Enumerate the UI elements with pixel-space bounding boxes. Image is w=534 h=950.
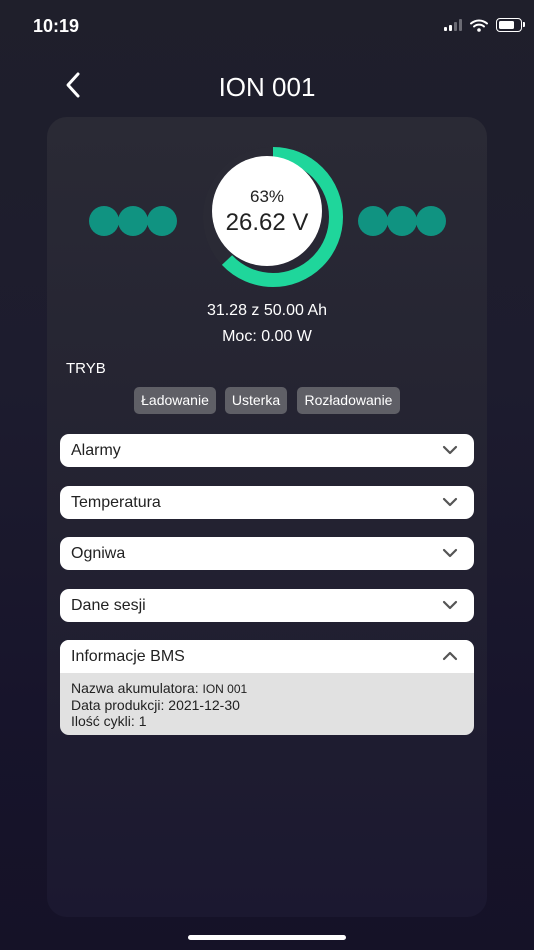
mode-fault-button[interactable]: Usterka — [225, 387, 287, 414]
mode-discharging-button[interactable]: Rozładowanie — [297, 387, 400, 414]
section-alarms[interactable]: Alarmy — [60, 434, 474, 467]
bms-info-body: Nazwa akumulatora: ION 001 Data produkcj… — [71, 680, 247, 729]
cellular-signal-icon — [444, 19, 462, 31]
power-text: Moc: 0.00 W — [222, 328, 312, 345]
section-label: Temperatura — [71, 494, 161, 511]
home-indicator[interactable] — [188, 935, 346, 940]
chevron-up-icon — [442, 651, 458, 661]
status-icons — [444, 18, 525, 32]
page-title: ION 001 — [218, 72, 316, 102]
gauge-readout: 63% 26.62 V — [212, 156, 322, 266]
phone-battery-icon — [496, 18, 525, 32]
status-time: 10:19 — [33, 16, 80, 36]
left-cell-indicator — [89, 206, 177, 236]
wifi-icon — [470, 19, 488, 32]
cell-dot — [387, 206, 417, 236]
info-row-battery-name: Nazwa akumulatora: ION 001 — [71, 680, 248, 696]
section-label: Informacje BMS — [71, 648, 185, 665]
chevron-down-icon — [442, 445, 458, 455]
cell-dot — [89, 206, 119, 236]
section-bms-header[interactable]: Informacje BMS — [60, 640, 474, 673]
cell-dot — [358, 206, 388, 236]
info-row-cycle-count: Ilość cykli: 1 — [71, 713, 147, 729]
cell-dot — [416, 206, 446, 236]
cell-dot — [118, 206, 148, 236]
section-cells[interactable]: Ogniwa — [60, 537, 474, 570]
mode-charging-button[interactable]: Ładowanie — [134, 387, 216, 414]
section-temperature[interactable]: Temperatura — [60, 486, 474, 519]
section-bms-info: Informacje BMS Nazwa akumulatora: ION 00… — [60, 640, 474, 735]
chevron-down-icon — [442, 548, 458, 558]
info-row-production-date: Data produkcji: 2021-12-30 — [71, 697, 240, 713]
mode-label: TRYB — [66, 360, 106, 377]
app-screen: 10:19 ION 001 63% 26.62 V 31.28 z 50.00 — [0, 0, 534, 950]
chevron-down-icon — [442, 497, 458, 507]
section-label: Ogniwa — [71, 545, 126, 562]
section-label: Dane sesji — [71, 597, 146, 614]
section-label: Alarmy — [71, 442, 121, 459]
capacity-text: 31.28 z 50.00 Ah — [206, 302, 328, 319]
chevron-down-icon — [442, 600, 458, 610]
section-session-data[interactable]: Dane sesji — [60, 589, 474, 622]
cell-dot — [147, 206, 177, 236]
charge-percent: 63% — [249, 187, 285, 206]
voltage-value: 26.62 V — [225, 209, 309, 236]
right-cell-indicator — [358, 206, 446, 236]
